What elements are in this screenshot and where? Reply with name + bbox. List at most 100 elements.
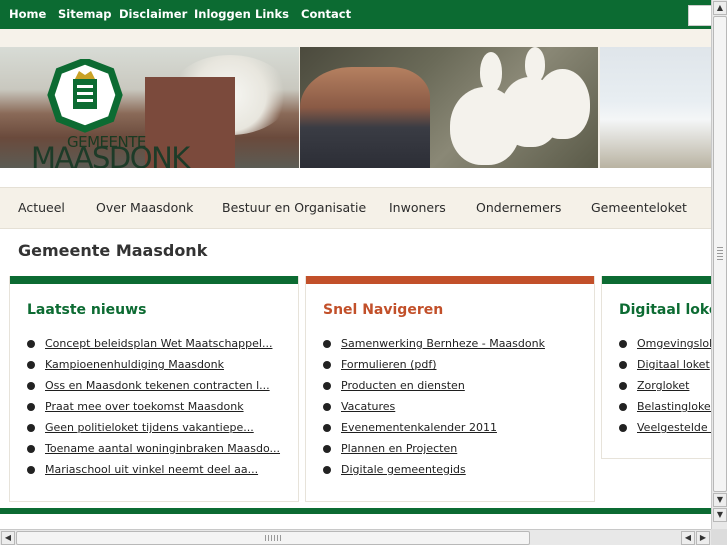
quick-navigation-panel: Snel Navigeren Samenwerking Bernheze - M… (305, 276, 595, 502)
list-item[interactable]: Vacatures (323, 396, 545, 417)
horizontal-scroll-thumb[interactable] (16, 531, 530, 545)
bullet-icon (323, 339, 331, 348)
list-item[interactable]: Digitale gemeentegids (323, 459, 545, 480)
bullet-icon (27, 465, 35, 474)
bullet-icon (323, 423, 331, 432)
menu-item-over-maasdonk[interactable]: Over Maasdonk (96, 200, 193, 215)
page-title: Gemeente Maasdonk (18, 241, 208, 260)
digital-desk-link[interactable]: Omgevingsloket (637, 337, 711, 350)
search-input[interactable] (688, 5, 711, 26)
digital-desk-link[interactable]: Zorgloket (637, 379, 689, 392)
list-item[interactable]: Producten en diensten (323, 375, 545, 396)
digital-desk-link[interactable]: Belastingloket (637, 400, 711, 413)
vertical-scroll-thumb[interactable] (713, 16, 727, 492)
top-nav-contact-link[interactable]: Contact (301, 7, 351, 21)
goose-image (480, 52, 502, 92)
news-list: Concept beleidsplan Wet Maatschappel... … (27, 333, 280, 480)
news-link[interactable]: Toename aantal woninginbraken Maasdo... (45, 442, 280, 455)
menu-item-ondernemers[interactable]: Ondernemers (476, 200, 561, 215)
bullet-icon (619, 339, 627, 348)
grip-icon (717, 247, 723, 261)
list-item[interactable]: Veelgestelde vragen (619, 417, 711, 438)
top-nav-links-link[interactable]: Links (255, 7, 289, 21)
bullet-icon (27, 339, 35, 348)
bullet-icon (27, 360, 35, 369)
bullet-icon (27, 402, 35, 411)
menu-item-inwoners[interactable]: Inwoners (389, 200, 446, 215)
list-item[interactable]: Concept beleidsplan Wet Maatschappel... (27, 333, 280, 354)
top-nav-disclaimer-link[interactable]: Disclaimer (119, 7, 187, 21)
top-nav-home-link[interactable]: Home (9, 7, 46, 21)
bullet-icon (323, 465, 331, 474)
bullet-icon (619, 402, 627, 411)
header-banner: GEMEENTE MAASDONK (0, 47, 711, 168)
top-nav-inloggen-link[interactable]: Inloggen (194, 7, 251, 21)
header-strip (0, 29, 711, 47)
list-item[interactable]: Zorgloket (619, 375, 711, 396)
navigation-link[interactable]: Formulieren (pdf) (341, 358, 437, 371)
digital-desk-link[interactable]: Digitaal loket (637, 358, 710, 371)
panel-title: Digitaal loket (619, 302, 711, 318)
list-item[interactable]: Mariaschool uit vinkel neemt deel aa... (27, 459, 280, 480)
list-item[interactable]: Plannen en Projecten (323, 438, 545, 459)
bullet-icon (323, 360, 331, 369)
list-item[interactable]: Digitaal loket (619, 354, 711, 375)
navigation-link[interactable]: Plannen en Projecten (341, 442, 457, 455)
list-item[interactable]: Evenementenkalender 2011 (323, 417, 545, 438)
bullet-icon (619, 423, 627, 432)
browser-viewport: Home Sitemap Disclaimer Inloggen Links C… (0, 0, 711, 529)
list-item[interactable]: Toename aantal woninginbraken Maasdo... (27, 438, 280, 459)
list-item[interactable]: Praat mee over toekomst Maasdonk (27, 396, 280, 417)
banner-photo-winter-landscape (600, 47, 711, 168)
news-link[interactable]: Mariaschool uit vinkel neemt deel aa... (45, 463, 258, 476)
bullet-icon (323, 444, 331, 453)
news-link[interactable]: Praat mee over toekomst Maasdonk (45, 400, 244, 413)
bullet-icon (27, 423, 35, 432)
bullet-icon (27, 444, 35, 453)
top-nav-sitemap-link[interactable]: Sitemap (58, 7, 112, 21)
menu-item-gemeenteloket[interactable]: Gemeenteloket (591, 200, 687, 215)
list-item[interactable]: Omgevingsloket (619, 333, 711, 354)
banner-photo-geese (300, 47, 598, 168)
list-item[interactable]: Formulieren (pdf) (323, 354, 545, 375)
navigation-link[interactable]: Evenementenkalender 2011 (341, 421, 497, 434)
list-item[interactable]: Geen politieloket tijdens vakantiepe... (27, 417, 280, 438)
scrollbar-corner (711, 529, 727, 545)
panel-accent-bar (602, 276, 711, 284)
list-item[interactable]: Kampioenenhuldiging Maasdonk (27, 354, 280, 375)
bullet-icon (323, 402, 331, 411)
navigation-link[interactable]: Vacatures (341, 400, 395, 413)
list-item[interactable]: Belastingloket (619, 396, 711, 417)
panel-title: Snel Navigeren (323, 302, 444, 318)
scroll-down-icon[interactable]: ▼ (713, 508, 727, 522)
navigation-link[interactable]: Samenwerking Bernheze - Maasdonk (341, 337, 545, 350)
scroll-right-icon[interactable]: ▶ (696, 531, 710, 545)
vertical-scrollbar[interactable]: ▲ ▼ ▼ (711, 0, 727, 529)
scroll-up-icon[interactable]: ▲ (713, 1, 727, 15)
news-link[interactable]: Concept beleidsplan Wet Maatschappel... (45, 337, 272, 350)
digital-desk-link[interactable]: Veelgestelde vragen (637, 421, 711, 434)
grip-icon (265, 535, 281, 541)
menu-item-bestuur-en-organisatie[interactable]: Bestuur en Organisatie (222, 200, 366, 215)
news-panel: Laatste nieuws Concept beleidsplan Wet M… (9, 276, 299, 502)
digital-desk-panel: Digitaal loket Omgevingsloket Digitaal l… (601, 276, 711, 459)
scroll-left-icon[interactable]: ◀ (681, 531, 695, 545)
navigation-link[interactable]: Digitale gemeentegids (341, 463, 466, 476)
bullet-icon (619, 360, 627, 369)
news-link[interactable]: Kampioenenhuldiging Maasdonk (45, 358, 224, 371)
news-link[interactable]: Oss en Maasdonk tekenen contracten l... (45, 379, 270, 392)
scroll-left-icon[interactable]: ◀ (1, 531, 15, 545)
list-item[interactable]: Oss en Maasdonk tekenen contracten l... (27, 375, 280, 396)
scroll-down-icon[interactable]: ▼ (713, 493, 727, 507)
horizontal-scrollbar[interactable]: ◀ ◀ ▶ (0, 529, 711, 545)
news-link[interactable]: Geen politieloket tijdens vakantiepe... (45, 421, 254, 434)
list-item[interactable]: Samenwerking Bernheze - Maasdonk (323, 333, 545, 354)
navigation-link[interactable]: Producten en diensten (341, 379, 465, 392)
panel-accent-bar (10, 276, 298, 284)
bullet-icon (27, 381, 35, 390)
panel-accent-bar (306, 276, 594, 284)
banner-photo-town-hall: GEMEENTE MAASDONK (0, 47, 299, 168)
goose-image (535, 69, 590, 139)
menu-item-actueel[interactable]: Actueel (18, 200, 65, 215)
municipality-logo[interactable]: GEMEENTE MAASDONK (15, 59, 190, 168)
